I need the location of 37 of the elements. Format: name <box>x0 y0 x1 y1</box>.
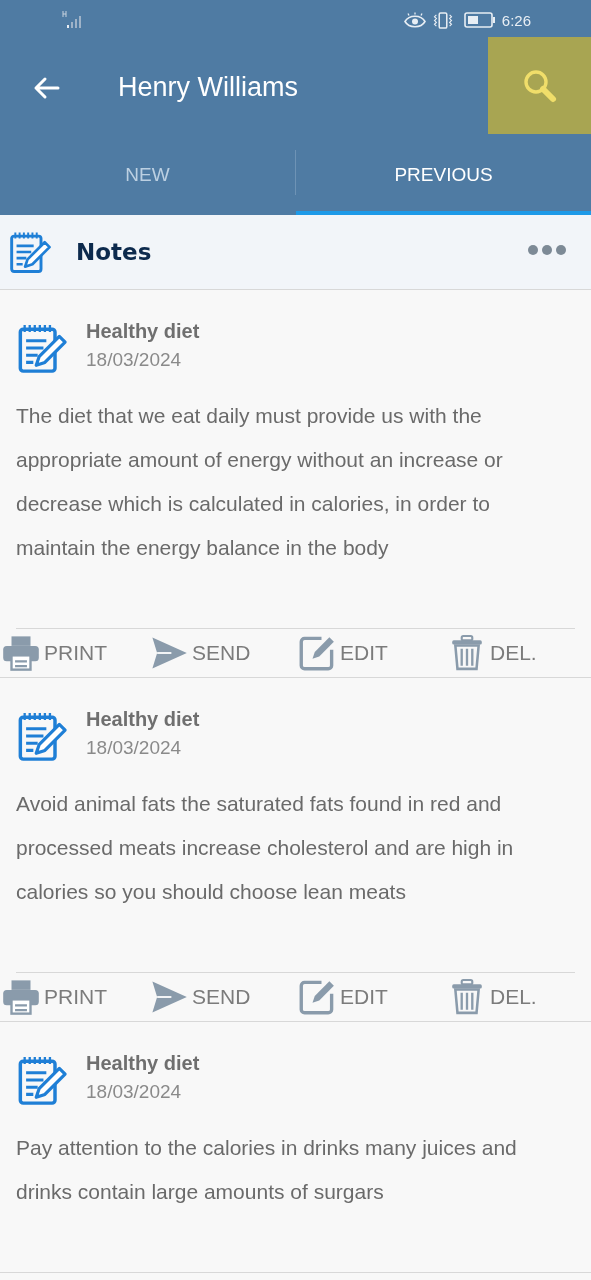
action-button[interactable]: SEND <box>150 974 298 1020</box>
paper-plane-icon <box>150 979 188 1015</box>
vibrate-icon <box>431 11 454 29</box>
battery-icon <box>463 12 496 28</box>
note-date: 18/03/2024 <box>86 737 183 759</box>
action-button[interactable]: SEND <box>150 630 298 676</box>
action-button[interactable]: DEL. <box>448 974 537 1020</box>
note-title: Healthy diet <box>86 1052 200 1075</box>
action-button[interactable]: PRINT <box>2 974 150 1020</box>
action-button[interactable]: EDIT <box>298 630 448 676</box>
note-title: Healthy diet <box>86 708 200 731</box>
action-button[interactable]: EDIT <box>298 974 448 1020</box>
note-title: Healthy diet <box>86 320 200 343</box>
note-text: Avoid animal fats the saturated fats found in red and processed meats increase cholesterol and are high in calories so you should choose lean meats <box>16 791 515 905</box>
printer-icon <box>2 979 40 1015</box>
back-arrow-icon <box>32 75 60 100</box>
printer-icon <box>2 635 40 671</box>
pencil-square-icon <box>298 635 336 671</box>
action-button[interactable]: DEL. <box>448 630 537 676</box>
screen-title: Henry Williams <box>117 71 299 104</box>
paper-plane-icon <box>150 635 188 671</box>
action-button[interactable]: PRINT <box>2 630 150 676</box>
search-button[interactable] <box>488 37 591 134</box>
notepad-icon <box>16 322 68 374</box>
clock-time: 6:26 <box>501 11 531 29</box>
note-text: The diet that we eat daily must provide us with the appropriate amount of energy without an increase or decrease which is calculated in calories, in order to maintain the energy balance in the body <box>16 403 504 561</box>
section-title: Notes <box>76 239 153 265</box>
eye-icon <box>403 11 426 29</box>
note-date: 18/03/2024 <box>86 349 183 371</box>
notepad-icon <box>16 710 68 762</box>
note-date: 18/03/2024 <box>86 1081 183 1103</box>
more-icon <box>527 244 567 256</box>
pencil-square-icon <box>298 979 336 1015</box>
notepad-icon <box>16 1054 68 1106</box>
tab[interactable]: NEW <box>0 135 295 215</box>
note-text: Pay attention to the calories in drinks many juices and drinks contain large amounts of surgars <box>16 1135 518 1205</box>
search-icon <box>521 67 558 104</box>
